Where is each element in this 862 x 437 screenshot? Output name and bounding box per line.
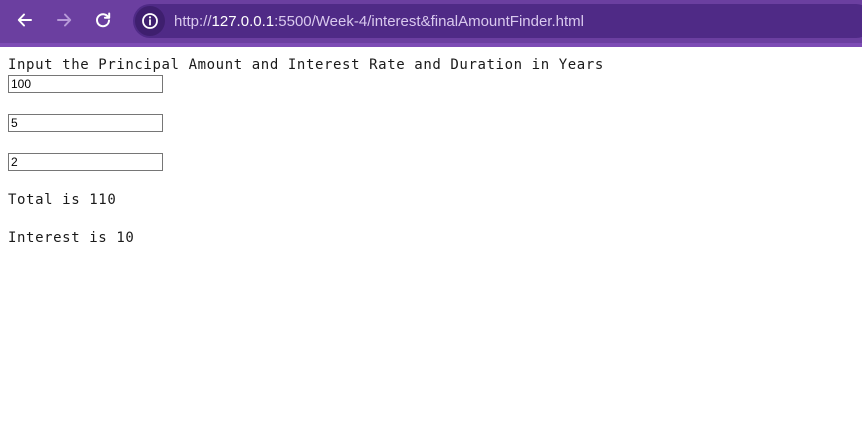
page-content: Input the Principal Amount and Interest … bbox=[0, 47, 862, 248]
forward-button[interactable] bbox=[50, 6, 78, 34]
arrow-right-icon bbox=[57, 13, 72, 27]
browser-toolbar: http://127.0.0.1:5500/Week-4/interest&fi… bbox=[0, 0, 862, 47]
input-prompt: Input the Principal Amount and Interest … bbox=[8, 57, 604, 73]
url-text[interactable]: http://127.0.0.1:5500/Week-4/interest&fi… bbox=[174, 13, 584, 30]
address-bar[interactable]: http://127.0.0.1:5500/Week-4/interest&fi… bbox=[133, 4, 862, 38]
site-info-button[interactable] bbox=[135, 6, 165, 36]
total-result: Total is 110 bbox=[8, 192, 117, 208]
interest-result: Interest is 10 bbox=[8, 230, 135, 246]
url-scheme: http:// bbox=[174, 12, 212, 30]
principal-input[interactable] bbox=[8, 75, 163, 93]
rate-input[interactable] bbox=[8, 114, 163, 132]
url-path: :5500/Week-4/interest&finalAmountFinder.… bbox=[274, 12, 584, 30]
info-icon bbox=[142, 13, 158, 29]
years-input[interactable] bbox=[8, 153, 163, 171]
back-button[interactable] bbox=[11, 6, 39, 34]
url-host: 127.0.0.1 bbox=[211, 12, 275, 30]
reload-icon bbox=[96, 12, 111, 28]
reload-button[interactable] bbox=[89, 6, 117, 34]
toolbar-divider bbox=[0, 43, 862, 47]
arrow-left-icon bbox=[17, 13, 32, 27]
